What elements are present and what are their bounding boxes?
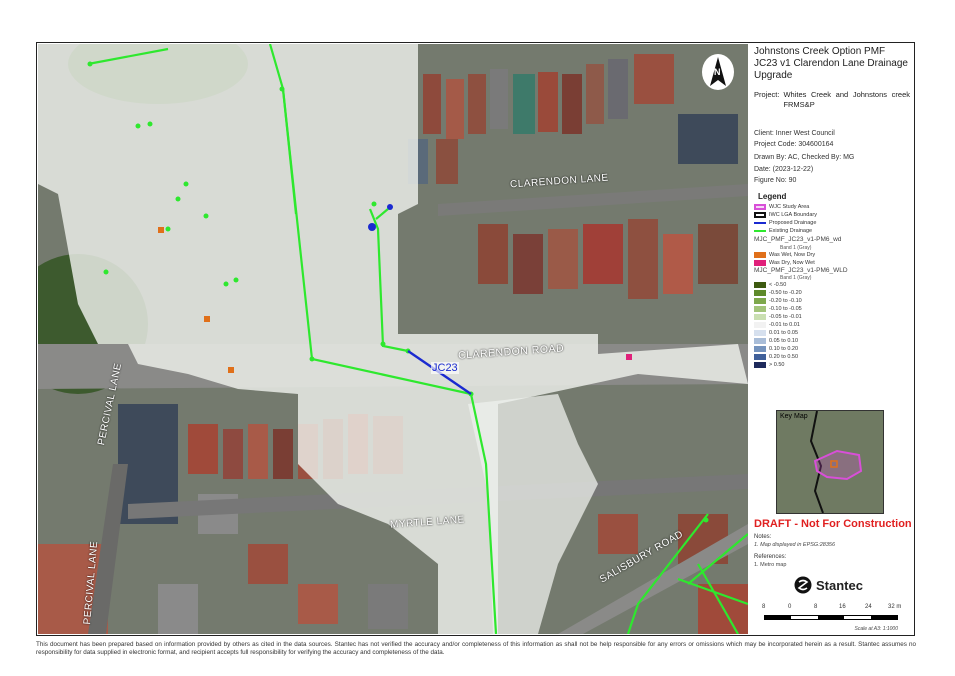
dry-now-wet-swatch: [754, 260, 766, 266]
wld-swatch: [754, 362, 766, 368]
draft-stamp: DRAFT - Not For Construction: [754, 518, 912, 530]
wld-swatch: [754, 346, 766, 352]
legend-item-lga-boundary: IWC LGA Boundary: [754, 212, 817, 218]
legend-item-existing-drainage: Existing Drainage: [754, 228, 812, 234]
existing-drainage-swatch: [754, 230, 766, 232]
key-map-label: Key Map: [780, 413, 808, 420]
legend-item-study-area: WJC Study Area: [754, 204, 809, 210]
north-arrow: N: [702, 54, 734, 90]
wld-label: 0.10 to 0.20: [769, 346, 799, 352]
title-panel: Johnstons Creek Option PMF JC23 v1 Clare…: [750, 44, 914, 634]
disclaimer: This document has been prepared based on…: [36, 641, 916, 656]
wld-swatch: [754, 314, 766, 320]
drawn-by: Drawn By: AC, Checked By: MG: [754, 154, 855, 161]
wld-swatch: [754, 338, 766, 344]
key-map[interactable]: Key Map: [776, 410, 884, 514]
date: Date: (2023-12-22): [754, 166, 814, 173]
wet-now-dry-swatch: [754, 252, 766, 258]
legend-item-wet-now-dry: Was Wet, Now Dry: [754, 252, 815, 258]
scale-bar: 8 0 8 16 24 32 m Scale at A3: 1:1000: [762, 604, 902, 634]
legend-wld-group-title: MJC_PMF_JC23_v1-PM6_WLD: [754, 267, 848, 274]
legend-item-wld-6: 0.01 to 0.05: [754, 330, 798, 336]
wld-label: 0.20 to 0.50: [769, 354, 799, 360]
map-canvas[interactable]: CLARENDON LANE CLARENDON ROAD MYRTLE LAN…: [38, 44, 748, 634]
project-code: Project Code: 304600164: [754, 141, 834, 148]
stantec-logo-text: Stantec: [816, 577, 863, 593]
project-value: Whites Creek and Johnstons creek FRMS&P: [783, 90, 910, 109]
notes-heading: Notes:: [754, 534, 772, 540]
pipe-label-jc23: JC23: [431, 362, 459, 374]
notes-item: 1. Map displayed in EPSG:28356: [754, 542, 836, 548]
legend-item-wld-8: 0.10 to 0.20: [754, 346, 798, 352]
wld-swatch: [754, 354, 766, 360]
legend-item-wld-1: -0.50 to -0.20: [754, 290, 802, 296]
scale-bar-graphic: [764, 615, 898, 620]
key-map-svg: [777, 411, 883, 513]
legend-item-wld-4: -0.05 to -0.01: [754, 314, 802, 320]
stantec-logo: Stantec: [794, 576, 863, 594]
scale-labels: 8 0 8 16 24 32 m: [762, 604, 902, 610]
wld-swatch: [754, 282, 766, 288]
legend-item-wld-5: -0.01 to 0.01: [754, 322, 800, 328]
project-row: Project: Whites Creek and Johnstons cree…: [754, 90, 910, 110]
project-label: Project:: [754, 90, 780, 99]
legend-wld-band: Band 1 (Gray): [780, 275, 812, 281]
legend-item-wld-0: < -0.50: [754, 282, 786, 288]
legend-wd-band: Band 1 (Gray): [780, 245, 812, 251]
map-title: Johnstons Creek Option PMF JC23 v1 Clare…: [754, 46, 908, 81]
references-item: 1. Metro map: [754, 562, 787, 568]
legend-item-proposed-drainage: Proposed Drainage: [754, 220, 816, 226]
wld-label: -0.20 to -0.10: [769, 298, 802, 304]
legend-item-wld-2: -0.20 to -0.10: [754, 298, 802, 304]
north-arrow-label: N: [714, 67, 721, 77]
legend-item-wld-3: -0.10 to -0.05: [754, 306, 802, 312]
study-area-swatch: [754, 204, 766, 210]
wld-swatch: [754, 330, 766, 336]
client: Client: Inner West Council: [754, 130, 835, 137]
wld-label: 0.01 to 0.05: [769, 330, 799, 336]
wld-swatch: [754, 322, 766, 328]
wld-label: -0.01 to 0.01: [769, 322, 800, 328]
proposed-drainage-swatch: [754, 222, 766, 224]
references-heading: References:: [754, 554, 787, 560]
wld-swatch: [754, 306, 766, 312]
wld-label: -0.05 to -0.01: [769, 314, 802, 320]
wld-swatch: [754, 290, 766, 296]
legend-item-wld-9: 0.20 to 0.50: [754, 354, 798, 360]
wld-label: -0.10 to -0.05: [769, 306, 802, 312]
lga-boundary-swatch: [754, 212, 766, 218]
legend-wd-group-title: MJC_PMF_JC23_v1-PM6_wd: [754, 236, 842, 243]
map-svg: [38, 44, 748, 634]
wld-label: > 0.50: [769, 362, 785, 368]
wld-label: 0.05 to 0.10: [769, 338, 799, 344]
figure-no: Figure No: 90: [754, 177, 797, 184]
stantec-logo-icon: [794, 576, 812, 594]
scale-note: Scale at A3: 1:1000: [854, 626, 898, 632]
wld-swatch: [754, 298, 766, 304]
legend-item-wld-7: 0.05 to 0.10: [754, 338, 798, 344]
legend-item-dry-now-wet: Was Dry, Now Wet: [754, 260, 815, 266]
wld-label: -0.50 to -0.20: [769, 290, 802, 296]
legend-item-wld-10: > 0.50: [754, 362, 784, 368]
legend-title: Legend: [758, 192, 787, 201]
wld-label: < -0.50: [769, 282, 787, 288]
